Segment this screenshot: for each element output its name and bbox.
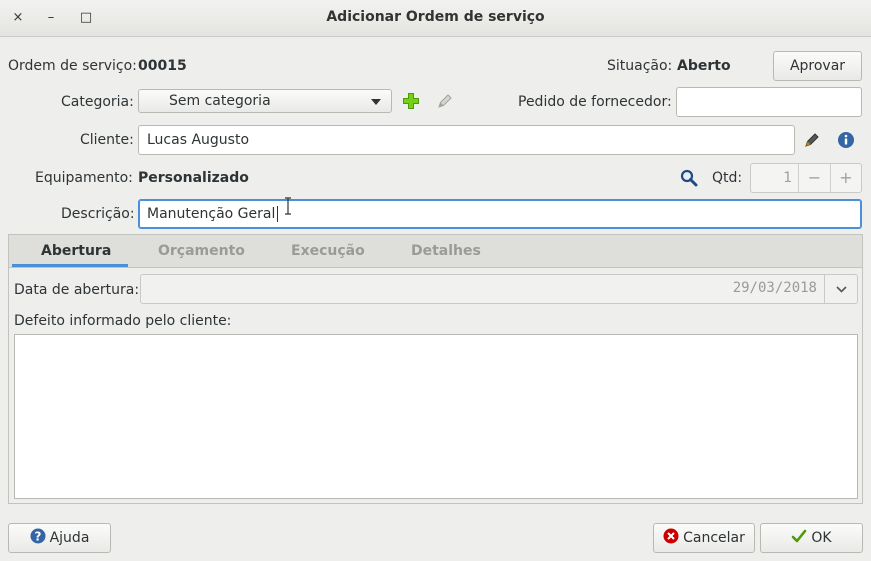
category-label: Categoria:	[61, 94, 134, 110]
open-date-label: Data de abertura:	[14, 282, 140, 298]
tab-execucao[interactable]: Execução	[291, 243, 365, 259]
approve-button[interactable]: Aprovar	[773, 51, 862, 81]
help-icon: ?	[30, 528, 46, 548]
defect-label: Defeito informado pelo cliente:	[14, 313, 232, 329]
ok-icon	[791, 528, 807, 548]
window-title: Adicionar Ordem de serviço	[326, 9, 545, 25]
description-input[interactable]: Manutenção Geral	[138, 199, 862, 229]
status-label: Situação:	[607, 58, 673, 74]
supplier-order-input[interactable]	[676, 87, 862, 117]
tab-panel: Abertura Orçamento Execução Detalhes Dat…	[8, 234, 863, 504]
i-beam-pointer	[284, 197, 292, 215]
edit-icon[interactable]	[803, 131, 821, 149]
chevron-down-icon	[371, 99, 381, 105]
equipment-value: Personalizado	[138, 170, 249, 186]
qty-label: Qtd:	[712, 170, 743, 186]
description-value: Manutenção Geral	[147, 206, 276, 222]
cancel-icon	[663, 528, 679, 548]
help-button-label: Ajuda	[49, 530, 90, 546]
client-label: Cliente:	[80, 132, 134, 148]
category-value: Sem categoria	[169, 93, 271, 109]
tab-orcamento[interactable]: Orçamento	[158, 243, 245, 259]
add-icon[interactable]	[402, 92, 420, 110]
help-button[interactable]: ? Ajuda	[8, 523, 111, 553]
open-date-input[interactable]: 29/03/2018	[140, 274, 858, 304]
chevron-down-icon	[836, 286, 847, 293]
title-bar: × – □ Adicionar Ordem de serviço	[0, 0, 871, 37]
text-cursor	[277, 206, 279, 222]
category-select[interactable]: Sem categoria	[138, 89, 392, 113]
qty-decrement-button[interactable]: −	[798, 164, 829, 192]
tab-bar: Abertura Orçamento Execução Detalhes	[9, 235, 862, 268]
cancel-button-label: Cancelar	[683, 530, 745, 546]
ok-button[interactable]: OK	[760, 523, 863, 553]
description-label: Descrição:	[61, 206, 135, 222]
search-icon[interactable]	[680, 169, 698, 187]
active-tab-indicator	[12, 264, 128, 267]
open-date-dropdown-button[interactable]	[824, 275, 857, 303]
client-input[interactable]: Lucas Augusto	[138, 125, 795, 155]
ok-button-label: OK	[811, 530, 832, 546]
order-number: 00015	[138, 58, 187, 74]
svg-text:?: ?	[34, 530, 41, 544]
tab-detalhes[interactable]: Detalhes	[411, 243, 481, 259]
status-value: Aberto	[677, 58, 731, 74]
cancel-button[interactable]: Cancelar	[653, 523, 755, 553]
supplier-order-label: Pedido de fornecedor:	[518, 94, 672, 110]
info-icon[interactable]	[837, 131, 855, 149]
edit-icon[interactable]	[436, 92, 454, 110]
qty-value[interactable]: 1	[751, 164, 798, 192]
order-label: Ordem de serviço:	[8, 58, 137, 74]
open-date-value: 29/03/2018	[732, 280, 817, 296]
defect-textarea[interactable]	[14, 334, 858, 499]
qty-spinner[interactable]: 1 − +	[750, 163, 862, 193]
qty-increment-button[interactable]: +	[829, 164, 861, 192]
equipment-label: Equipamento:	[35, 170, 133, 186]
tab-abertura[interactable]: Abertura	[41, 243, 111, 259]
